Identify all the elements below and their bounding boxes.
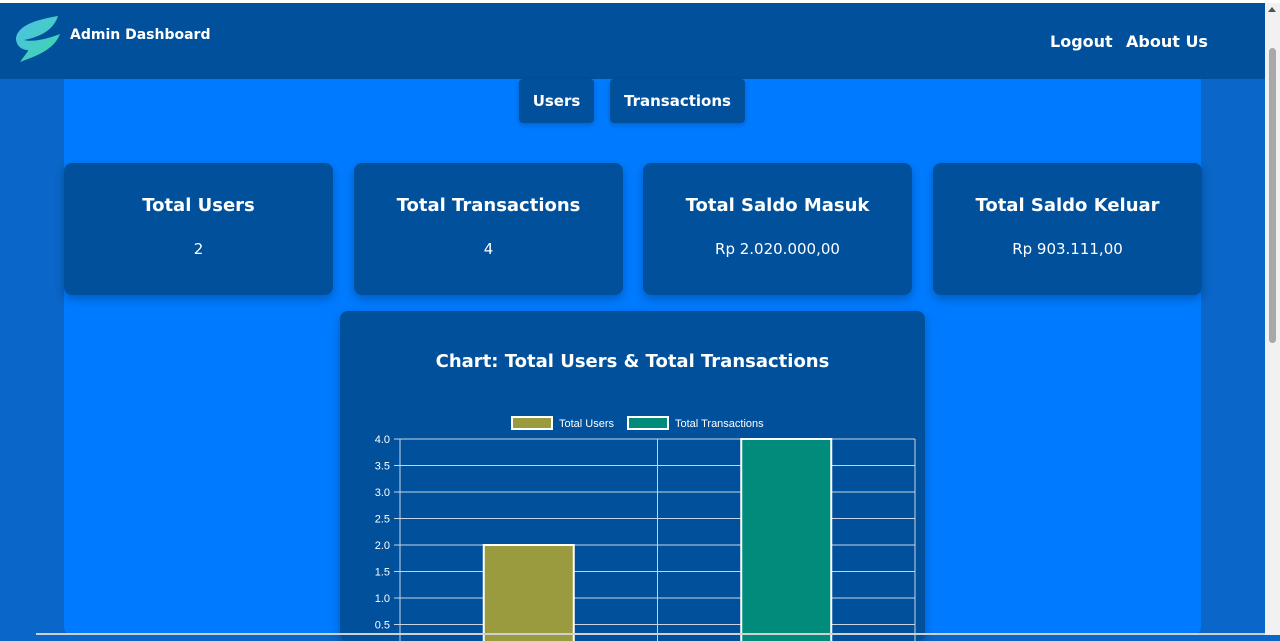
logout-link[interactable]: Logout: [1050, 32, 1113, 51]
tab-transactions[interactable]: Transactions: [610, 79, 745, 123]
bar: [740, 438, 833, 641]
stat-title: Total Saldo Masuk: [685, 195, 870, 216]
legend-label: Total Transactions: [675, 418, 764, 430]
about-us-link[interactable]: About Us: [1126, 32, 1208, 51]
bar-chart: Total Users Total Transactions 0.5 1.0 1.5 2.…: [375, 416, 916, 641]
chart-card: Chart: Total Users & Total Transactions …: [340, 311, 925, 641]
y-tick-label: 1.0: [375, 593, 390, 605]
y-tick-label: 2.0: [375, 540, 390, 552]
stat-card-total-users: Total Users 2: [64, 163, 333, 295]
bar: [482, 544, 575, 641]
y-tick-label: 2.5: [375, 514, 390, 526]
y-tick-label: 3.5: [375, 461, 390, 473]
page-scrollbar[interactable]: [1265, 3, 1280, 635]
scroll-up-icon[interactable]: [1268, 7, 1276, 12]
tab-users[interactable]: Users: [519, 79, 594, 123]
stat-value: 4: [483, 240, 494, 258]
stat-title: Total Transactions: [396, 195, 581, 216]
stat-title: Total Saldo Keluar: [975, 195, 1160, 216]
legend-label: Total Users: [559, 418, 615, 430]
stat-card-saldo-masuk: Total Saldo Masuk Rp 2.020.000,00: [643, 163, 912, 295]
y-tick-label: 3.0: [375, 487, 390, 499]
brand-title: Admin Dashboard: [70, 27, 211, 43]
stat-value: 2: [193, 240, 204, 258]
scrollbar-thumb[interactable]: [1269, 48, 1276, 343]
legend-swatch: [627, 416, 669, 430]
y-tick-label: 1.5: [375, 567, 390, 579]
stat-card-total-transactions: Total Transactions 4: [354, 163, 623, 295]
stat-value: Rp 903.111,00: [1012, 240, 1123, 258]
y-tick-label: 0.5: [375, 620, 390, 632]
navbar: Admin Dashboard Logout About Us: [0, 3, 1265, 79]
stat-title: Total Users: [142, 195, 255, 216]
y-tick-label: 4.0: [375, 434, 390, 446]
logo-icon: [16, 16, 60, 62]
legend-swatch: [511, 416, 553, 430]
stat-value: Rp 2.020.000,00: [715, 240, 840, 258]
stat-card-saldo-keluar: Total Saldo Keluar Rp 903.111,00: [933, 163, 1202, 295]
